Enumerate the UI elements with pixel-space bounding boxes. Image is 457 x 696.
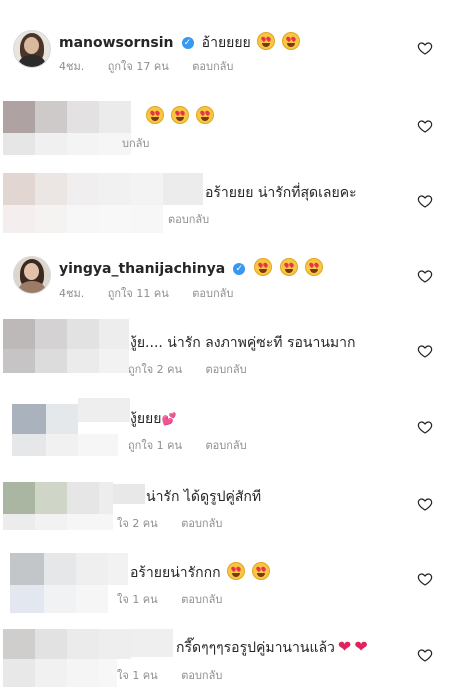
comment-row: งู้ย.... น่ารัก ลงภาพคู่ซะที รอนานมาก ถู… (0, 316, 457, 378)
comment-time: 4ชม. (59, 60, 85, 73)
heart-outline-icon[interactable] (417, 343, 433, 359)
comment-row: อร้ายยย น่ารักที่สุดเลยคะ ตอบกลับ (0, 170, 457, 236)
reply-button[interactable]: ตอบกลับ (192, 287, 233, 300)
reply-button[interactable]: ตอบกลับ (168, 213, 209, 226)
likes-count[interactable]: ถูกใจ 1 คน (128, 439, 182, 452)
red-heart-emoji: ❤ (354, 637, 368, 656)
heart-eyes-emoji (226, 562, 245, 580)
reply-button[interactable]: ตอบกลับ (181, 593, 222, 606)
comment-row: yingya_thanijachinya ✓ 4ชม. ถูกใจ 11 คน … (0, 256, 457, 306)
reply-button[interactable]: บกลับ (122, 137, 149, 150)
heart-eyes-emoji (281, 32, 300, 50)
heart-eyes-emoji (251, 562, 270, 580)
likes-count[interactable]: ใจ 1 คน (117, 593, 158, 606)
comment-text: งู้ยยย (130, 411, 162, 427)
username-link[interactable]: yingya_thanijachinya (59, 261, 225, 277)
comment-text: กรี๊ดๆๆๆรอรูปคู่มานานแล้ว (176, 640, 335, 656)
comment-row: งู้ยยย💕 ถูกใจ 1 คน ตอบกลับ (0, 396, 457, 462)
reply-button[interactable]: ตอบกลับ (206, 439, 247, 452)
pink-heart-emoji: 💕 (161, 412, 177, 426)
likes-count[interactable]: ใจ 2 คน (117, 517, 158, 530)
comment-text: อร้ายยน่ารักกก (130, 565, 221, 581)
likes-count[interactable]: ถูกใจ 11 คน (108, 287, 169, 300)
heart-outline-icon[interactable] (417, 40, 433, 56)
comment-row: น่ารัก ได้ดูรูปคู่สักที ใจ 2 คน ตอบกลับ (0, 476, 457, 536)
likes-count[interactable]: ถูกใจ 2 คน (128, 363, 182, 376)
heart-eyes-emoji (304, 258, 323, 276)
heart-outline-icon[interactable] (417, 496, 433, 512)
heart-eyes-emoji (146, 106, 164, 124)
likes-count[interactable]: ใจ 1 คน (117, 669, 158, 682)
comment-row: กรี๊ดๆๆๆรอรูปคู่มานานแล้ว ❤ ❤ ใจ 1 คน ตอบก… (0, 626, 457, 692)
username-link[interactable]: manowsornsin (59, 35, 173, 51)
comment-text: งู้ย.... น่ารัก ลงภาพคู่ซะที รอนานมาก (130, 335, 356, 351)
reply-button[interactable]: ตอบกลับ (181, 669, 222, 682)
heart-outline-icon[interactable] (417, 118, 433, 134)
red-heart-emoji: ❤ (337, 637, 352, 656)
comment-time: 4ชม. (59, 287, 85, 300)
reply-button[interactable]: ตอบกลับ (192, 60, 233, 73)
comment-text: น่ารัก ได้ดูรูปคู่สักที (146, 489, 262, 505)
comment-text: อร้ายยย น่ารักที่สุดเลยคะ (205, 185, 357, 201)
heart-outline-icon[interactable] (417, 268, 433, 284)
reply-button[interactable]: ตอบกลับ (206, 363, 247, 376)
heart-outline-icon[interactable] (417, 571, 433, 587)
heart-outline-icon[interactable] (417, 419, 433, 435)
comment-row: บกลับ (0, 98, 457, 160)
heart-outline-icon[interactable] (417, 647, 433, 663)
comment-text: อ้ายยยย (201, 35, 251, 51)
reply-button[interactable]: ตอบกลับ (181, 517, 222, 530)
heart-eyes-emoji (171, 106, 190, 124)
in-love-face-emoji (256, 32, 275, 50)
comment-row: manowsornsin ✓ อ้ายยยย 4ชม. ถูกใจ 17 คน … (0, 30, 457, 80)
heart-eyes-emoji (196, 106, 215, 124)
likes-count[interactable]: ถูกใจ 17 คน (108, 60, 169, 73)
heart-eyes-emoji (254, 258, 273, 276)
verified-badge-icon: ✓ (233, 262, 246, 275)
avatar[interactable] (13, 30, 51, 68)
comment-row: อร้ายยน่ารักกก ใจ 1 คน ตอบกลับ (0, 550, 457, 616)
avatar[interactable] (13, 256, 51, 294)
heart-outline-icon[interactable] (417, 193, 433, 209)
heart-eyes-emoji (279, 258, 298, 276)
verified-badge-icon: ✓ (181, 36, 194, 49)
